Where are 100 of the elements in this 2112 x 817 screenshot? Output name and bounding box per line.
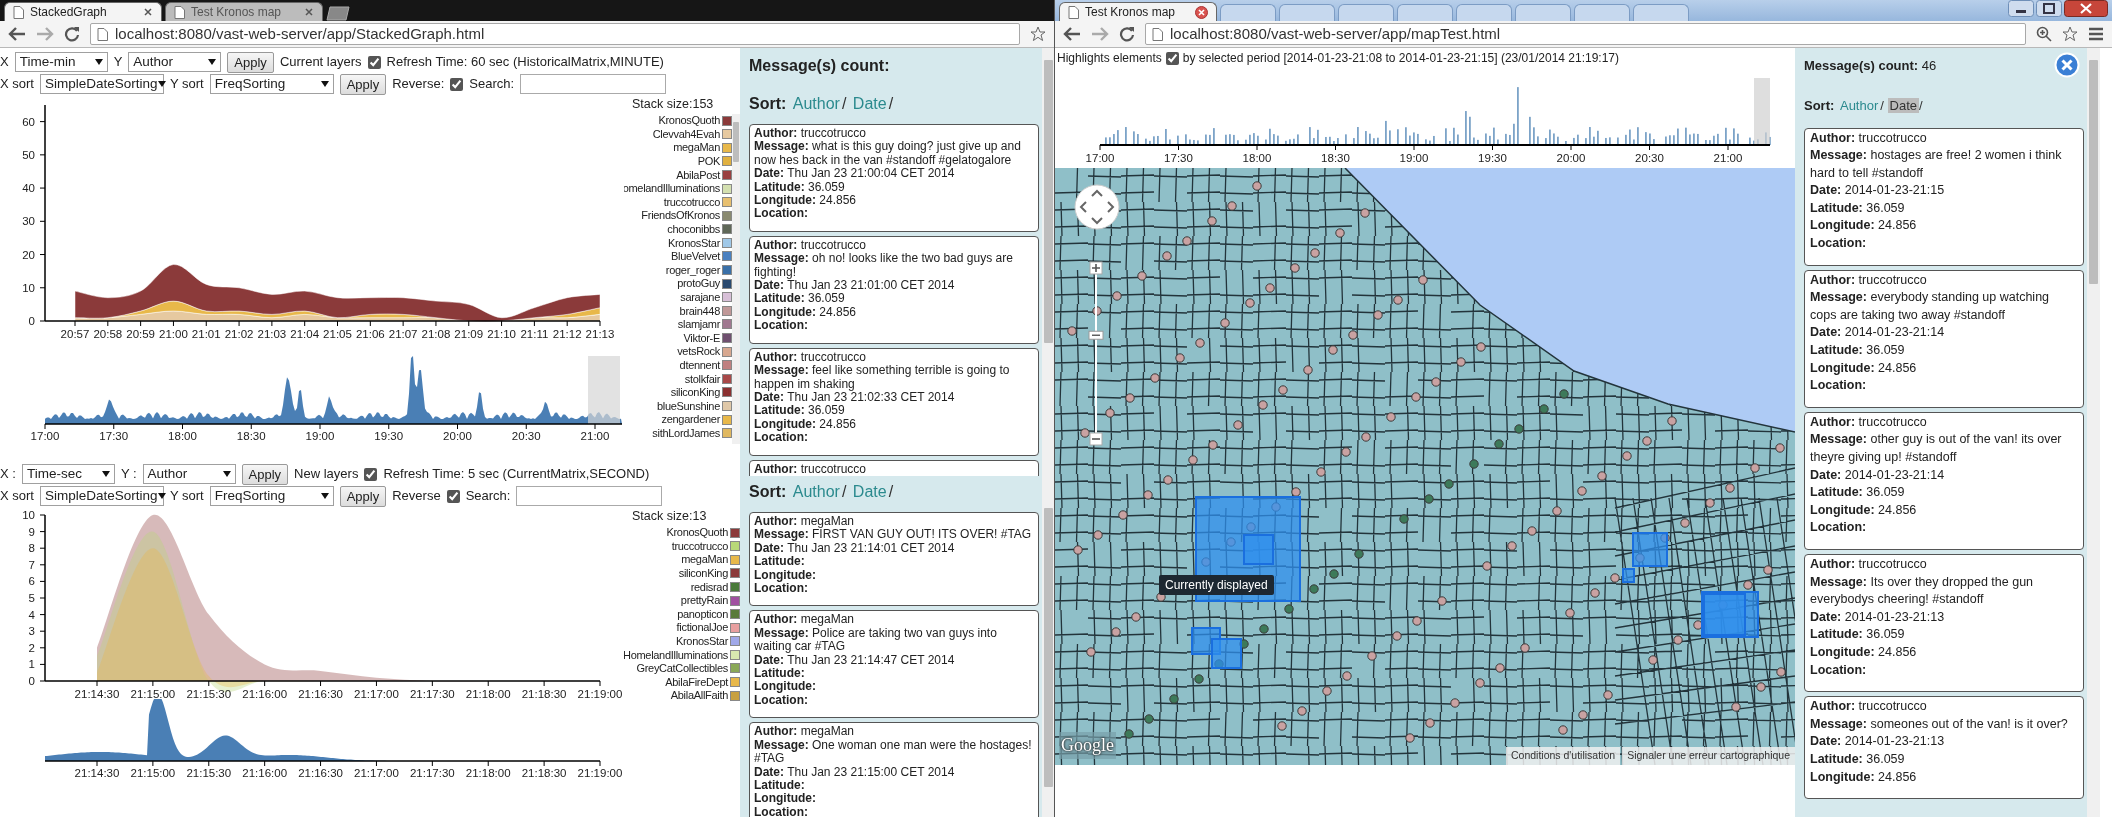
zoom-icon[interactable] [2036,26,2052,42]
browser-tab[interactable]: StackedGraph [4,2,162,21]
tick-label: 40 [22,182,35,195]
legend-label: redisrad [690,579,728,595]
message-field: Date: 2014-01-23-21:13 [1810,608,2078,627]
tick-label: 21:14:30 [74,688,120,699]
checkbox[interactable] [450,77,464,91]
restore-icon[interactable] [2036,0,2062,17]
slider-thumb[interactable] [1088,330,1104,340]
checkbox[interactable] [364,467,378,481]
message-field: Date: Thu Jan 23 21:00:04 CET 2014 [754,167,1034,181]
checkbox[interactable] [367,55,381,69]
forward-arrow-icon[interactable] [36,26,54,42]
message-field: Author: megaMan [754,613,1034,627]
sort-link[interactable]: Date [1887,98,1919,113]
tick-label: 7 [28,558,35,571]
highlight-label: Highlights elements [1057,50,1162,67]
legend-label: blueSunshine [656,398,720,414]
close-icon[interactable] [1195,5,1208,19]
scrollbar[interactable] [1042,48,1054,476]
close-icon[interactable] [143,7,153,17]
tick-label: 21:13 [585,328,615,340]
dropdown[interactable]: Time-sec [21,464,115,484]
action-button[interactable]: Apply [241,463,289,485]
tick-label: 21:09 [454,328,484,340]
tick-label: 21:00 [1713,152,1743,164]
new-tab-button[interactable] [326,6,352,21]
browser-tab[interactable]: Test Kronos map [165,2,323,21]
attribution-link[interactable]: Conditions d'utilisation [1506,747,1621,765]
tick-label: 10 [22,281,35,294]
star-icon[interactable] [2062,26,2078,42]
tick-label: 21:00 [159,328,188,340]
message-field: Latitude: 36.059 [1810,199,2078,218]
message-field: Latitude: [754,667,1034,681]
tick-label: 0 [28,675,35,687]
checkbox[interactable] [1165,51,1179,65]
sort-label: Sort: [749,95,787,112]
legend-label: choconibbs [667,222,720,238]
caret-icon [157,493,166,499]
message-count: Message(s) count: 46 [1804,57,1937,75]
back-arrow-icon[interactable] [1063,26,1081,42]
dropdown[interactable]: SimpleDateSorting [39,74,164,94]
browser-tab[interactable]: Test Kronos map [1059,2,1217,21]
dropdown[interactable]: SimpleDateSorting [39,486,164,506]
message-field: Message: what is this guy doing? just give up and now hes back in the van #standoff #gelatogalore [754,140,1034,168]
dropdown[interactable]: FreqSorting [209,486,334,506]
tick-label: 21:18:30 [521,688,567,699]
pan-control[interactable] [1074,184,1120,230]
search-field[interactable] [516,486,663,506]
tick-label: 21:15:00 [130,688,176,699]
action-button[interactable]: Apply [339,485,387,507]
message-field: Date: 2014-01-23-21:14 [1810,466,2078,485]
legend-label: KronosStar [667,235,720,251]
minimize-icon[interactable] [2008,0,2034,17]
caret-icon [222,471,231,477]
scrollbar[interactable] [2087,48,2100,817]
scrollbar[interactable] [732,113,740,444]
legend-label: stolkfair [684,371,720,387]
legend-label: protoGuy [677,276,720,292]
control-label: New layers [294,465,359,484]
checkbox[interactable] [446,489,460,503]
dropdown[interactable]: Time-min [14,52,108,72]
close-icon[interactable] [304,7,314,17]
action-button[interactable]: Apply [339,73,387,95]
close-icon[interactable] [2064,0,2108,17]
message-field: Latitude: [754,555,1034,569]
menu-icon[interactable] [2088,27,2104,41]
legend-label: sarajane [680,290,720,305]
dropdown[interactable]: Author [142,464,236,484]
scrollbar[interactable] [1042,476,1054,817]
back-arrow-icon[interactable] [8,26,26,42]
tick-label: 17:00 [1085,152,1115,164]
dropdown[interactable]: FreqSorting [209,74,334,94]
forward-arrow-icon[interactable] [1091,26,1109,42]
attribution-link[interactable]: Signaler une erreur cartographique [1622,747,1795,765]
message-field: Latitude: [754,778,1034,793]
address-field[interactable]: localhost:8080/vast-web-server/app/mapTest.html [1145,23,2026,45]
zoom-slider[interactable] [1086,258,1106,448]
tick-label: 21:07 [388,328,418,340]
message-field: Message: Its over they dropped the gun everybodys cheering! #standoff [1810,573,2078,609]
reload-icon[interactable] [1119,26,1135,42]
caret-icon [157,81,166,87]
caret-icon [320,81,329,87]
message-field: Message: One woman one man were the hostages! #TAG [754,738,1034,766]
dropdown[interactable]: Author [128,52,222,72]
search-field[interactable] [520,74,667,94]
star-icon[interactable] [1030,26,1046,42]
tick-label: 21:12 [552,328,582,340]
legend-label: POK [697,154,720,170]
reload-icon[interactable] [64,26,80,42]
action-button[interactable]: Apply [227,51,274,73]
message-field: Longitude: 24.856 [754,194,1034,208]
address-field[interactable]: localhost:8080/vast-web-server/app/StackedGraph.html [90,23,1020,45]
control-label: Y [113,53,123,72]
sort-label: Sort: [1804,98,1835,113]
separator-text: / [888,483,894,500]
tick-label: 9 [28,525,35,538]
separator-text: / [1919,98,1923,113]
tick-label: 21:08 [421,328,451,340]
legend-label: truccotrucco [671,538,728,554]
